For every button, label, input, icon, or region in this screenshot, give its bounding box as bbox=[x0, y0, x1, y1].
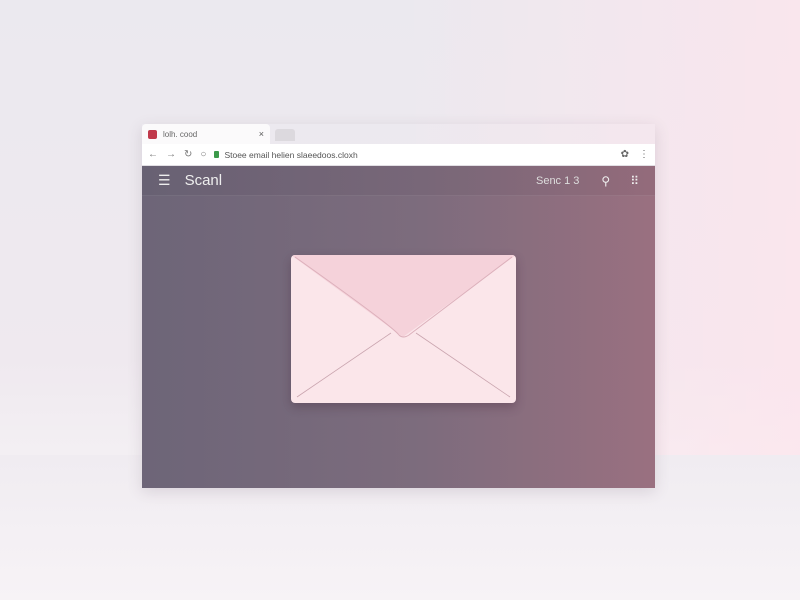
menu-icon[interactable]: ☰ bbox=[158, 172, 171, 189]
browser-window: lolh. cood × ← → ↻ ○ Stoee email helien … bbox=[142, 124, 655, 488]
new-tab-button[interactable] bbox=[275, 129, 295, 141]
apps-grid-icon[interactable]: ⠿ bbox=[630, 174, 639, 188]
browser-tab[interactable]: lolh. cood × bbox=[142, 124, 270, 144]
extension-icon[interactable]: ✿ bbox=[621, 149, 629, 160]
envelope-icon bbox=[291, 255, 516, 403]
tab-bar: lolh. cood × bbox=[142, 124, 655, 144]
selector[interactable]: Senc 1 3 bbox=[536, 175, 579, 187]
reload-icon[interactable]: ↻ bbox=[184, 149, 192, 160]
tab-title: lolh. cood bbox=[163, 129, 198, 139]
address-bar: ← → ↻ ○ Stoee email helien slaeedoos.clo… bbox=[142, 144, 655, 166]
home-icon[interactable]: ○ bbox=[200, 149, 206, 160]
url-input[interactable]: Stoee email helien slaeedoos.cloxh bbox=[224, 150, 610, 160]
favicon-icon bbox=[148, 129, 157, 139]
lock-icon bbox=[214, 151, 220, 158]
app-header: ☰ Scanl Senc 1 3 ⚲ ⠿ bbox=[142, 166, 655, 196]
search-icon[interactable]: ⚲ bbox=[601, 174, 610, 188]
app-content: ☰ Scanl Senc 1 3 ⚲ ⠿ bbox=[142, 166, 655, 488]
close-tab-icon[interactable]: × bbox=[259, 129, 264, 139]
back-icon[interactable]: ← bbox=[148, 149, 158, 160]
app-title: Scanl bbox=[184, 172, 223, 189]
more-icon[interactable]: ⋮ bbox=[639, 149, 649, 160]
forward-icon[interactable]: → bbox=[166, 149, 176, 160]
